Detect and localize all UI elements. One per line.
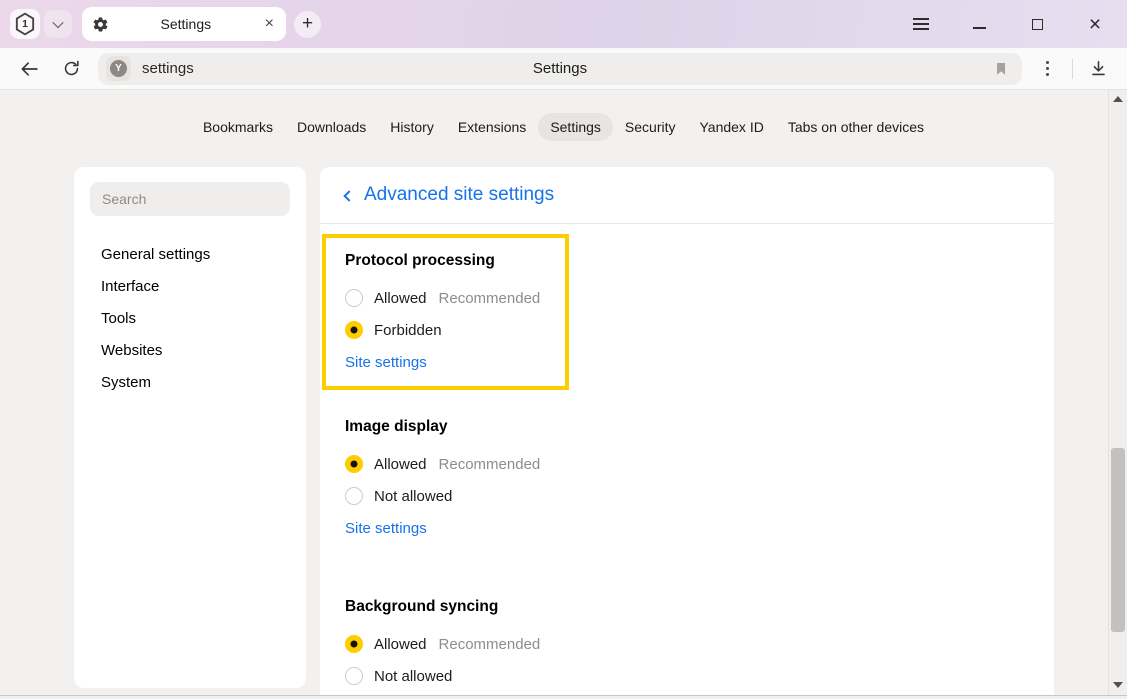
section-title: Image display — [345, 418, 1030, 436]
bookmark-button[interactable] — [988, 56, 1014, 82]
option-label: Allowed — [374, 456, 427, 473]
maximize-button[interactable] — [1023, 10, 1051, 38]
download-icon — [1089, 59, 1108, 78]
bookmark-icon — [993, 60, 1009, 78]
option-label: Forbidden — [374, 322, 442, 339]
nav-tab-yandex-id[interactable]: Yandex ID — [687, 113, 775, 141]
scrollbar[interactable] — [1108, 90, 1127, 695]
reload-button[interactable] — [56, 54, 86, 84]
protect-icon: Y — [110, 60, 127, 77]
nav-tab-bookmarks[interactable]: Bookmarks — [191, 113, 285, 141]
scroll-up-button[interactable] — [1113, 96, 1123, 102]
toolbar: Y settings Settings — [0, 48, 1127, 90]
recommended-note: Recommended — [439, 456, 541, 473]
section-image-display: Image display Allowed Recommended Not al… — [345, 390, 1030, 538]
section-title: Background syncing — [345, 598, 1030, 616]
close-window-button[interactable]: × — [1081, 10, 1109, 38]
sidebar-item-websites[interactable]: Websites — [101, 334, 290, 366]
chevron-left-icon — [343, 190, 354, 201]
reload-icon — [62, 59, 81, 78]
nav-tab-extensions[interactable]: Extensions — [446, 113, 538, 141]
nav-tab-downloads[interactable]: Downloads — [285, 113, 378, 141]
new-tab-button[interactable]: + — [294, 11, 321, 38]
toolbar-divider — [1072, 59, 1073, 79]
browser-menu-button[interactable] — [907, 10, 935, 38]
page-heading: Advanced site settings — [364, 184, 554, 206]
sidebar-item-tools[interactable]: Tools — [101, 302, 290, 334]
radio-option-forbidden[interactable]: Forbidden — [345, 314, 547, 346]
gear-icon — [92, 16, 109, 33]
radio-button[interactable] — [345, 667, 363, 685]
radio-option-not-allowed[interactable]: Not allowed — [345, 480, 1030, 512]
sidebar-item-interface[interactable]: Interface — [101, 270, 290, 302]
radio-option-not-allowed[interactable]: Not allowed — [345, 660, 1030, 692]
radio-button[interactable] — [345, 635, 363, 653]
sidebar-item-general-settings[interactable]: General settings — [101, 238, 290, 270]
settings-page: Bookmarks Downloads History Extensions S… — [0, 90, 1127, 695]
maximize-icon — [1032, 19, 1043, 30]
sidebar-item-system[interactable]: System — [101, 366, 290, 398]
tab-count: 1 — [10, 9, 40, 39]
option-label: Allowed — [374, 636, 427, 653]
url-text: settings — [142, 60, 194, 77]
nav-tab-security[interactable]: Security — [613, 113, 688, 141]
close-icon: × — [1089, 14, 1101, 35]
option-label: Not allowed — [374, 668, 452, 685]
minimize-button[interactable] — [965, 10, 993, 38]
site-settings-link[interactable]: Site settings — [345, 354, 427, 371]
hamburger-icon — [913, 18, 929, 30]
section-background-syncing: Background syncing Allowed Recommended N… — [345, 570, 1030, 695]
radio-option-allowed[interactable]: Allowed Recommended — [345, 628, 1030, 660]
kebab-icon — [1046, 61, 1049, 76]
recommended-note: Recommended — [439, 636, 541, 653]
option-label: Allowed — [374, 290, 427, 307]
radio-button[interactable] — [345, 455, 363, 473]
protect-badge[interactable]: Y — [106, 56, 131, 81]
nav-tab-history[interactable]: History — [378, 113, 446, 141]
scroll-down-button[interactable] — [1113, 682, 1123, 688]
settings-nav-tabs: Bookmarks Downloads History Extensions S… — [0, 90, 1127, 141]
tab-close-button[interactable]: × — [263, 16, 276, 32]
page-title: Settings — [98, 60, 1022, 77]
sidebar-list: General settings Interface Tools Website… — [90, 238, 290, 398]
window-controls: × — [907, 10, 1127, 38]
search-input[interactable] — [90, 182, 290, 216]
panel-body: Protocol processing Allowed Recommended … — [320, 224, 1054, 695]
browser-window: 1 Settings × + × — [0, 0, 1127, 699]
radio-option-allowed[interactable]: Allowed Recommended — [345, 282, 547, 314]
back-to-websites-header[interactable]: Advanced site settings — [320, 167, 1054, 224]
chevron-down-icon — [52, 17, 63, 28]
nav-tab-settings[interactable]: Settings — [538, 113, 613, 141]
tab-strip: 1 Settings × + × — [0, 0, 1127, 48]
address-bar[interactable]: Y settings Settings — [98, 53, 1022, 85]
tab-counter-button[interactable]: 1 — [10, 9, 40, 39]
radio-button[interactable] — [345, 487, 363, 505]
section-protocol-processing: Protocol processing Allowed Recommended … — [322, 234, 569, 390]
nav-tab-other-devices[interactable]: Tabs on other devices — [776, 113, 936, 141]
radio-option-allowed[interactable]: Allowed Recommended — [345, 448, 1030, 480]
more-actions-button[interactable] — [1032, 54, 1062, 84]
back-button[interactable] — [14, 54, 44, 84]
site-settings-link[interactable]: Site settings — [345, 520, 427, 537]
tab-title: Settings — [109, 16, 263, 32]
browser-tab-settings[interactable]: Settings × — [82, 7, 286, 41]
recommended-note: Recommended — [439, 290, 541, 307]
main-panel: Advanced site settings Protocol processi… — [320, 167, 1054, 695]
minimize-icon — [973, 27, 986, 29]
radio-button[interactable] — [345, 289, 363, 307]
option-label: Not allowed — [374, 488, 452, 505]
downloads-button[interactable] — [1083, 54, 1113, 84]
scroll-thumb[interactable] — [1111, 448, 1125, 632]
back-arrow-icon — [19, 59, 39, 79]
section-title: Protocol processing — [345, 252, 547, 270]
tab-list-dropdown-button[interactable] — [44, 10, 72, 38]
radio-button[interactable] — [345, 321, 363, 339]
sidebar: General settings Interface Tools Website… — [74, 167, 306, 688]
window-bottom-edge — [0, 695, 1127, 699]
